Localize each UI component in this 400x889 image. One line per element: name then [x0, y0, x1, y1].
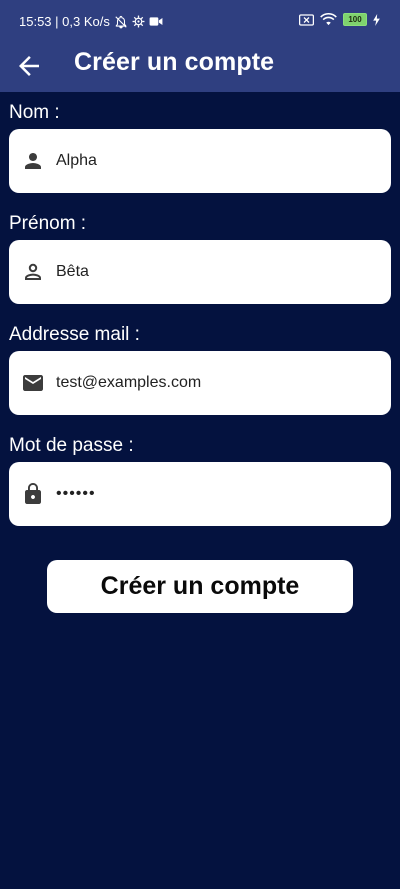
video-camera-icon: [149, 16, 163, 27]
battery-icon: 100: [343, 13, 367, 26]
page-title: Créer un compte: [74, 48, 275, 76]
charging-icon: [373, 13, 380, 26]
person-outline-icon: [21, 260, 45, 284]
first-name-label: Prénom :: [9, 213, 87, 234]
password-label: Mot de passe :: [9, 435, 134, 456]
first-name-field[interactable]: [9, 240, 391, 304]
settings-icon: [132, 15, 145, 28]
person-filled-icon: [21, 149, 45, 173]
password-field[interactable]: [9, 462, 391, 526]
last-name-label: Nom :: [9, 102, 60, 123]
status-bar: 15:53 | 0,3 Ko/s 100: [0, 0, 400, 42]
first-name-input[interactable]: [56, 240, 376, 304]
email-field[interactable]: [9, 351, 391, 415]
wifi-icon: [320, 13, 337, 26]
no-sim-icon: [299, 13, 314, 26]
last-name-field[interactable]: [9, 129, 391, 193]
app-bar: Créer un compte: [0, 42, 400, 92]
status-left: 15:53 | 0,3 Ko/s: [19, 14, 163, 29]
last-name-input[interactable]: [56, 129, 376, 193]
create-account-button[interactable]: Créer un compte: [47, 560, 353, 613]
back-button[interactable]: [14, 51, 44, 81]
status-right: 100: [299, 13, 380, 26]
notifications-off-icon: [114, 15, 128, 29]
email-icon: [21, 371, 45, 395]
arrow-back-icon: [14, 56, 44, 85]
password-input[interactable]: [56, 462, 376, 526]
email-label: Addresse mail :: [9, 324, 140, 345]
status-time: 15:53 | 0,3 Ko/s: [19, 14, 110, 29]
email-input[interactable]: [56, 351, 376, 415]
lock-icon: [21, 482, 45, 506]
